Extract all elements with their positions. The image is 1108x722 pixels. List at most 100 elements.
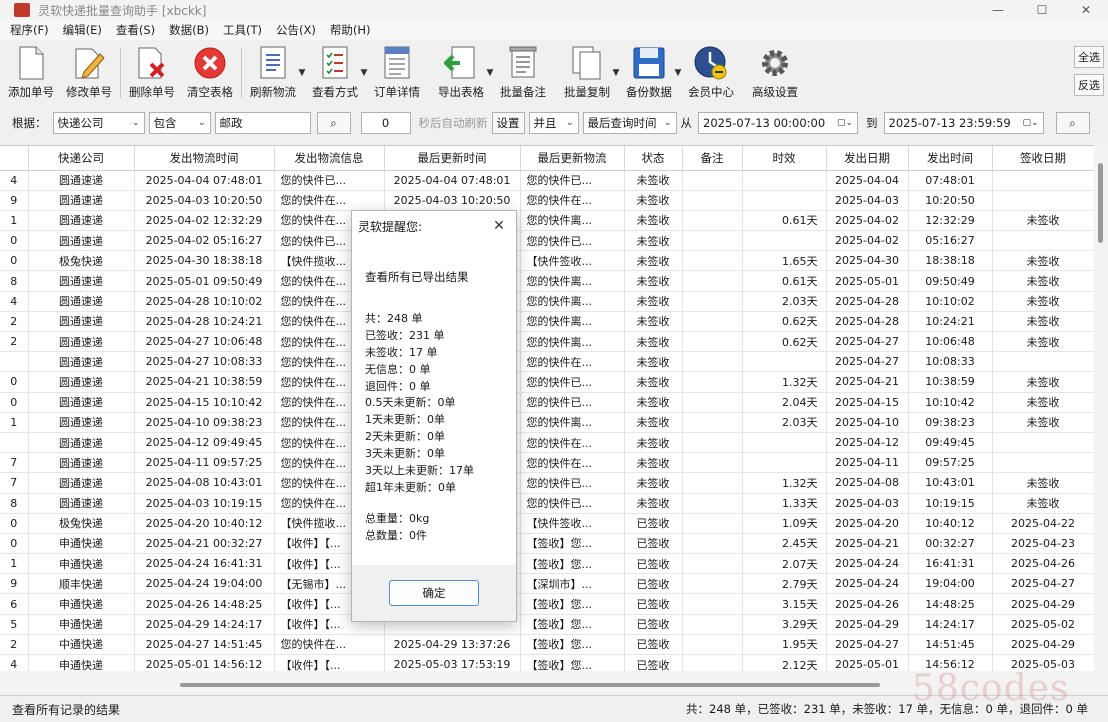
menu-notice[interactable]: 公告(X) (276, 22, 316, 38)
table-row[interactable]: 7 圆通速递 2025-04-08 10:43:01 您的快件在... 您的快件已...… (0, 472, 1094, 494)
refresh-dropdown-arrow[interactable]: ▼ (296, 42, 308, 104)
batch-copy-button[interactable]: 批量复制 (564, 42, 610, 104)
col-status[interactable]: 状态 (624, 146, 683, 171)
cell-update-info: 您的快件已... (520, 371, 625, 393)
keyword-input[interactable]: 邮政 (214, 112, 311, 134)
cell-sign-date: 未签收 (992, 250, 1094, 272)
edit-number-button[interactable]: 修改单号 (66, 42, 112, 104)
settings-button[interactable]: 设置 (491, 112, 525, 134)
view-mode-dropdown-arrow[interactable]: ▼ (358, 42, 370, 104)
menu-data[interactable]: 数据(B) (169, 22, 209, 38)
row-index: 0 (0, 250, 29, 272)
cell-update-info: 您的快件离... (520, 210, 625, 232)
table-row[interactable]: 圆通速递 2025-04-27 10:08:33 您的快件在... 您的快件在... 未… (0, 351, 1094, 373)
cell-sign-date: 2025-05-02 (992, 614, 1094, 635)
date-to-picker[interactable]: 2025-07-13 23:59:59 ▢⌄ (883, 112, 1044, 134)
col-aging[interactable]: 时效 (742, 146, 827, 171)
table-row[interactable]: 2 圆通速递 2025-04-27 10:06:48 您的快件在... 您的快件离...… (0, 331, 1094, 353)
refresh-logistics-button[interactable]: 刷新物流 (250, 42, 296, 104)
backup-data-button[interactable]: 备份数据 (626, 42, 672, 104)
table-row[interactable]: 9 顺丰快递 2025-04-24 19:04:00 【无锡市】... 【深圳市】...… (0, 573, 1094, 595)
table-row[interactable]: 5 申通快递 2025-04-29 14:24:17 【收件】【... 【签收】您...… (0, 614, 1094, 635)
logic-select[interactable]: 并且 ⌄ (528, 112, 579, 134)
cell-note (682, 553, 743, 575)
close-window-button[interactable]: ✕ (1064, 0, 1108, 20)
table-row[interactable]: 6 申通快递 2025-04-26 14:48:25 【收件】【... 【签收】您...… (0, 593, 1094, 615)
cell-status: 未签收 (624, 412, 683, 433)
time-field-select[interactable]: 最后查询时间 ⌄ (582, 112, 677, 134)
horizontal-scroll-thumb[interactable] (180, 683, 880, 687)
table-row[interactable]: 0 极兔快递 2025-04-30 18:38:18 【快件揽收... 【快件签收...… (0, 250, 1094, 272)
col-update-time[interactable]: 最后更新时间 (384, 146, 521, 171)
batch-copy-dropdown-arrow[interactable]: ▼ (610, 42, 622, 104)
col-update-info[interactable]: 最后更新物流 (520, 146, 625, 171)
batch-note-button[interactable]: 批量备注 (500, 42, 546, 104)
table-row[interactable]: 圆通速递 2025-04-12 09:49:45 您的快件在... 您的快件在... 未… (0, 432, 1094, 454)
summary-no-info: 无信息：0 单 (365, 362, 431, 376)
menu-program[interactable]: 程序(F) (10, 22, 49, 38)
table-row[interactable]: 2 圆通速递 2025-04-28 10:24:21 您的快件在... 您的快件离...… (0, 311, 1094, 333)
col-note[interactable]: 备注 (682, 146, 743, 171)
table-row[interactable]: 0 圆通速递 2025-04-15 10:10:42 您的快件在... 您的快件已...… (0, 392, 1094, 413)
table-row[interactable]: 1 圆通速递 2025-04-02 12:32:29 您的快件在... 您的快件离...… (0, 210, 1094, 232)
col-send-date[interactable]: 发出日期 (826, 146, 909, 171)
window-title: 灵软快递批量查询助手 [xbckk] (38, 3, 207, 18)
table-row[interactable]: 0 申通快递 2025-04-21 00:32:27 【收件】【... 【签收】您...… (0, 533, 1094, 555)
calendar-dropdown-icon: ▢⌄ (1022, 118, 1039, 128)
row-index: 7 (0, 452, 29, 474)
table-row[interactable]: 0 圆通速递 2025-04-02 05:16:27 您的快件已... 您的快件已...… (0, 230, 1094, 252)
invert-selection-button[interactable]: 反选 (1074, 74, 1104, 96)
col-company[interactable]: 快递公司 (28, 146, 135, 171)
table-row[interactable]: 8 圆通速递 2025-05-01 09:50:49 您的快件在... 您的快件离...… (0, 270, 1094, 292)
close-icon[interactable]: ✕ (490, 218, 508, 234)
view-mode-button[interactable]: 查看方式 (312, 42, 358, 104)
cell-aging: 2.03天 (742, 412, 827, 433)
table-row[interactable]: 4 圆通速递 2025-04-04 07:48:01 您的快件已... 2025-04-… (0, 170, 1094, 191)
menu-view[interactable]: 查看(S) (116, 22, 155, 38)
ok-button[interactable]: 确定 (389, 580, 479, 606)
field-select[interactable]: 快递公司 ⌄ (52, 112, 145, 134)
cell-status: 未签收 (624, 432, 683, 454)
table-row[interactable]: 2 中通快递 2025-04-27 14:51:45 您的快件在... 2025-04-… (0, 634, 1094, 656)
menu-tools[interactable]: 工具(T) (223, 22, 262, 38)
table-row[interactable]: 7 圆通速递 2025-04-11 09:57:25 您的快件在... 您的快件在...… (0, 452, 1094, 474)
table-row[interactable]: 4 圆通速递 2025-04-28 10:10:02 您的快件在... 您的快件离...… (0, 291, 1094, 312)
match-select[interactable]: 包含 ⌄ (148, 112, 211, 134)
export-dropdown-arrow[interactable]: ▼ (484, 42, 496, 104)
col-send-info[interactable]: 发出物流信息 (274, 146, 385, 171)
refresh-interval-input[interactable]: 0 (360, 112, 411, 134)
add-number-button[interactable]: 添加单号 (8, 42, 54, 104)
member-center-button[interactable]: 会员中心 (688, 42, 734, 104)
table-row[interactable]: 8 圆通速递 2025-04-03 10:19:15 您的快件在... 您的快件已...… (0, 493, 1094, 514)
menu-edit[interactable]: 编辑(E) (63, 22, 102, 38)
date-from-picker[interactable]: 2025-07-13 00:00:00 ▢⌄ (698, 112, 858, 134)
advanced-settings-button[interactable]: 高级设置 (752, 42, 798, 104)
order-detail-button[interactable]: 订单详情 (374, 42, 420, 104)
col-send-clock[interactable]: 发出时间 (908, 146, 993, 171)
batch-note-label: 批量备注 (500, 85, 546, 99)
cell-sign-date: 未签收 (992, 392, 1094, 413)
table-row[interactable]: 1 申通快递 2025-04-24 16:41:31 【收件】【... 【签收】您...… (0, 553, 1094, 575)
col-index[interactable] (0, 146, 29, 171)
table-row[interactable]: 0 圆通速递 2025-04-21 10:38:59 您的快件在... 您的快件已...… (0, 371, 1094, 393)
backup-dropdown-arrow[interactable]: ▼ (672, 42, 684, 104)
cell-note (682, 270, 743, 292)
menu-help[interactable]: 帮助(H) (330, 22, 371, 38)
table-row[interactable]: 9 圆通速递 2025-04-03 10:20:50 您的快件在... 2025-04-… (0, 190, 1094, 211)
delete-number-button[interactable]: 删除单号 (129, 42, 175, 104)
table-row[interactable]: 0 极兔快递 2025-04-20 10:40:12 【快件揽收... 【快件签收...… (0, 513, 1094, 534)
col-sign-date[interactable]: 签收日期 (992, 146, 1094, 171)
export-table-button[interactable]: 导出表格 (438, 42, 484, 104)
search-button[interactable]: ⌕ (316, 112, 351, 134)
minimize-button[interactable]: — (976, 0, 1020, 20)
clear-table-button[interactable]: 清空表格 (187, 42, 233, 104)
vertical-scroll-thumb[interactable] (1098, 163, 1103, 243)
maximize-button[interactable]: ☐ (1020, 0, 1064, 20)
col-send-time[interactable]: 发出物流时间 (134, 146, 275, 171)
row-index: 2 (0, 311, 29, 333)
cell-send-clock: 10:08:33 (908, 351, 993, 373)
select-all-button[interactable]: 全选 (1074, 46, 1104, 68)
table-row[interactable]: 1 圆通速递 2025-04-10 09:38:23 您的快件在... 您的快件离...… (0, 412, 1094, 433)
date-search-button[interactable]: ⌕ (1055, 112, 1090, 134)
vertical-scrollbar[interactable] (1094, 145, 1108, 671)
